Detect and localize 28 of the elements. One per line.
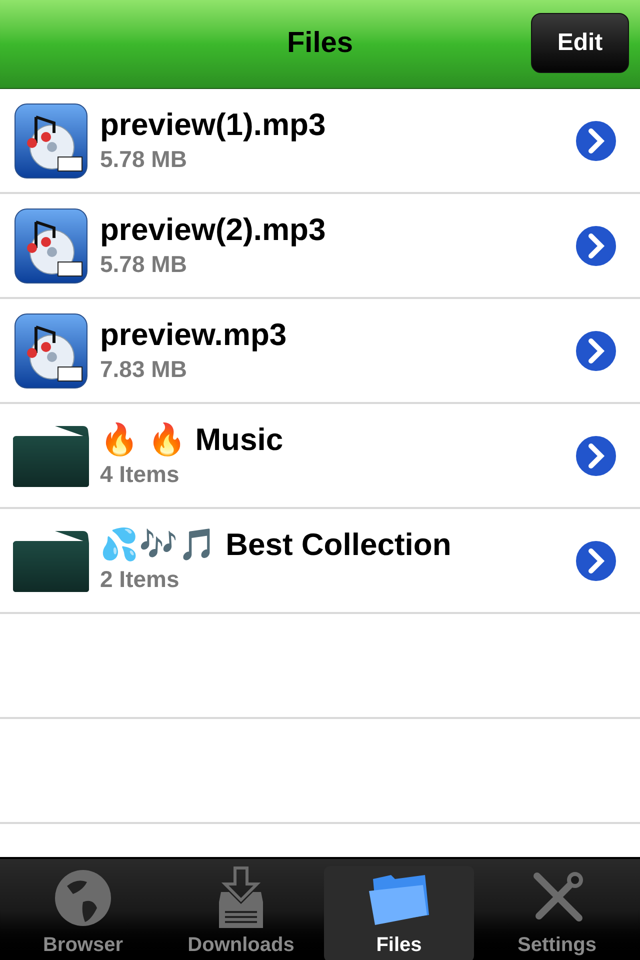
item-name: 💦🎶🎵 Best Collection — [100, 526, 452, 564]
download-tray-icon — [217, 866, 265, 930]
music-file-icon — [14, 312, 88, 388]
edit-button[interactable]: Edit — [531, 13, 629, 73]
file-row[interactable]: preview.mp3 7.83 MB — [0, 299, 640, 404]
item-detail: 7.83 MB — [100, 354, 188, 382]
tab[interactable]: Files — [324, 866, 474, 960]
tab[interactable]: Settings — [482, 866, 632, 960]
music-file-icon — [14, 208, 88, 284]
tab[interactable]: Downloads — [166, 866, 316, 960]
item-detail: 5.78 MB — [100, 144, 188, 172]
item-name: preview(1).mp3 — [100, 106, 327, 144]
file-row[interactable]: 💦🎶🎵 Best Collection 2 Items — [0, 509, 640, 614]
item-detail: 5.78 MB — [100, 250, 188, 278]
music-file-icon — [14, 102, 88, 178]
nav-title: Files — [286, 26, 354, 62]
tab[interactable]: Browser — [8, 866, 158, 960]
item-name: 🔥 🔥 Music — [100, 420, 284, 458]
file-row[interactable]: 🔥 🔥 Music 4 Items — [0, 404, 640, 509]
item-detail: 2 Items — [100, 564, 180, 592]
file-row[interactable]: preview(1).mp3 5.78 MB — [0, 89, 640, 194]
folder-icon — [11, 424, 91, 488]
folder-icon — [11, 528, 91, 592]
item-detail: 4 Items — [100, 460, 180, 488]
globe-icon — [53, 868, 113, 928]
file-row[interactable]: preview(2).mp3 5.78 MB — [0, 194, 640, 299]
item-name: preview.mp3 — [100, 316, 288, 354]
item-name: preview(2).mp3 — [100, 210, 327, 248]
